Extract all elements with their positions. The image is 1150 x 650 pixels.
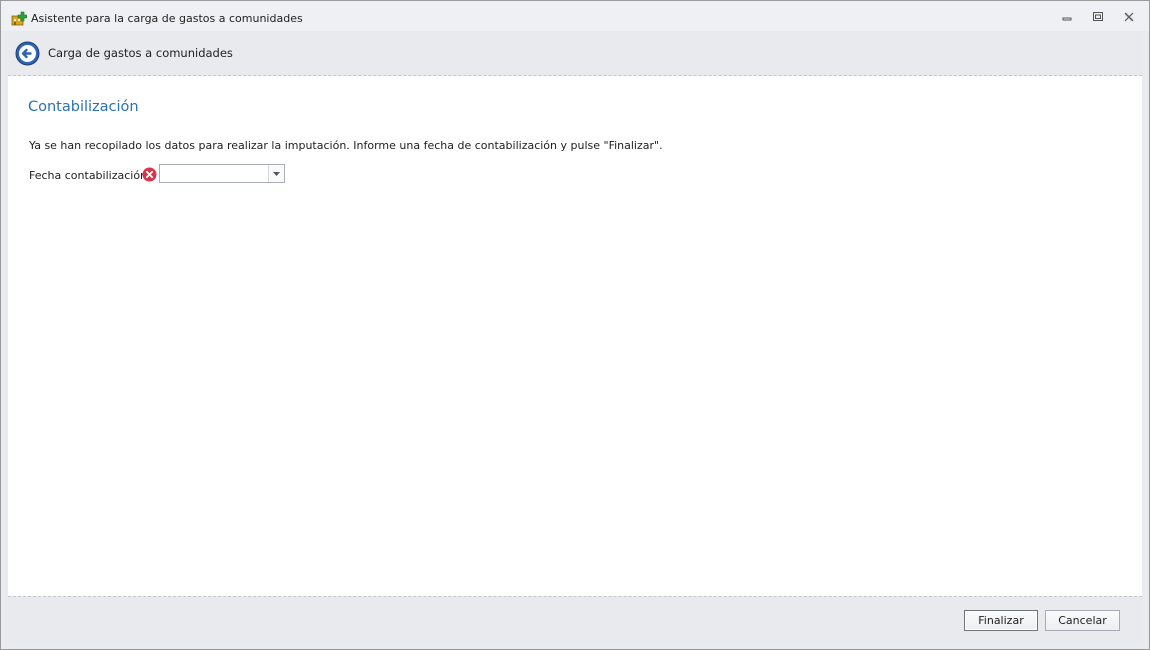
close-button[interactable] <box>1120 9 1138 25</box>
fecha-contabilizacion-input[interactable] <box>160 165 270 182</box>
cancel-button[interactable]: Cancelar <box>1045 610 1120 631</box>
app-house-icon <box>11 10 28 26</box>
wizard-header: Carga de gastos a comunidades <box>8 31 1142 76</box>
instruction-text: Ya se han recopilado los datos para real… <box>29 139 663 152</box>
wizard-content: Contabilización Ya se han recopilado los… <box>8 76 1142 596</box>
wizard-footer: Finalizar Cancelar <box>8 596 1142 643</box>
chevron-down-icon <box>273 171 280 176</box>
dropdown-button[interactable] <box>268 165 284 182</box>
fecha-contabilizacion-field[interactable] <box>159 164 285 183</box>
title-bar[interactable]: Asistente para la carga de gastos a comu… <box>1 1 1149 31</box>
minimize-button[interactable] <box>1058 9 1076 25</box>
window-title: Asistente para la carga de gastos a comu… <box>31 12 303 25</box>
wizard-window: Asistente para la carga de gastos a comu… <box>0 0 1150 650</box>
back-arrow-icon[interactable] <box>15 41 40 66</box>
fecha-contabilizacion-label: Fecha contabilización: <box>29 169 151 182</box>
error-icon <box>142 167 157 182</box>
maximize-button[interactable] <box>1089 9 1107 25</box>
finish-button[interactable]: Finalizar <box>964 610 1038 631</box>
wizard-step-title: Carga de gastos a comunidades <box>48 46 233 60</box>
page-title: Contabilización <box>28 99 139 115</box>
